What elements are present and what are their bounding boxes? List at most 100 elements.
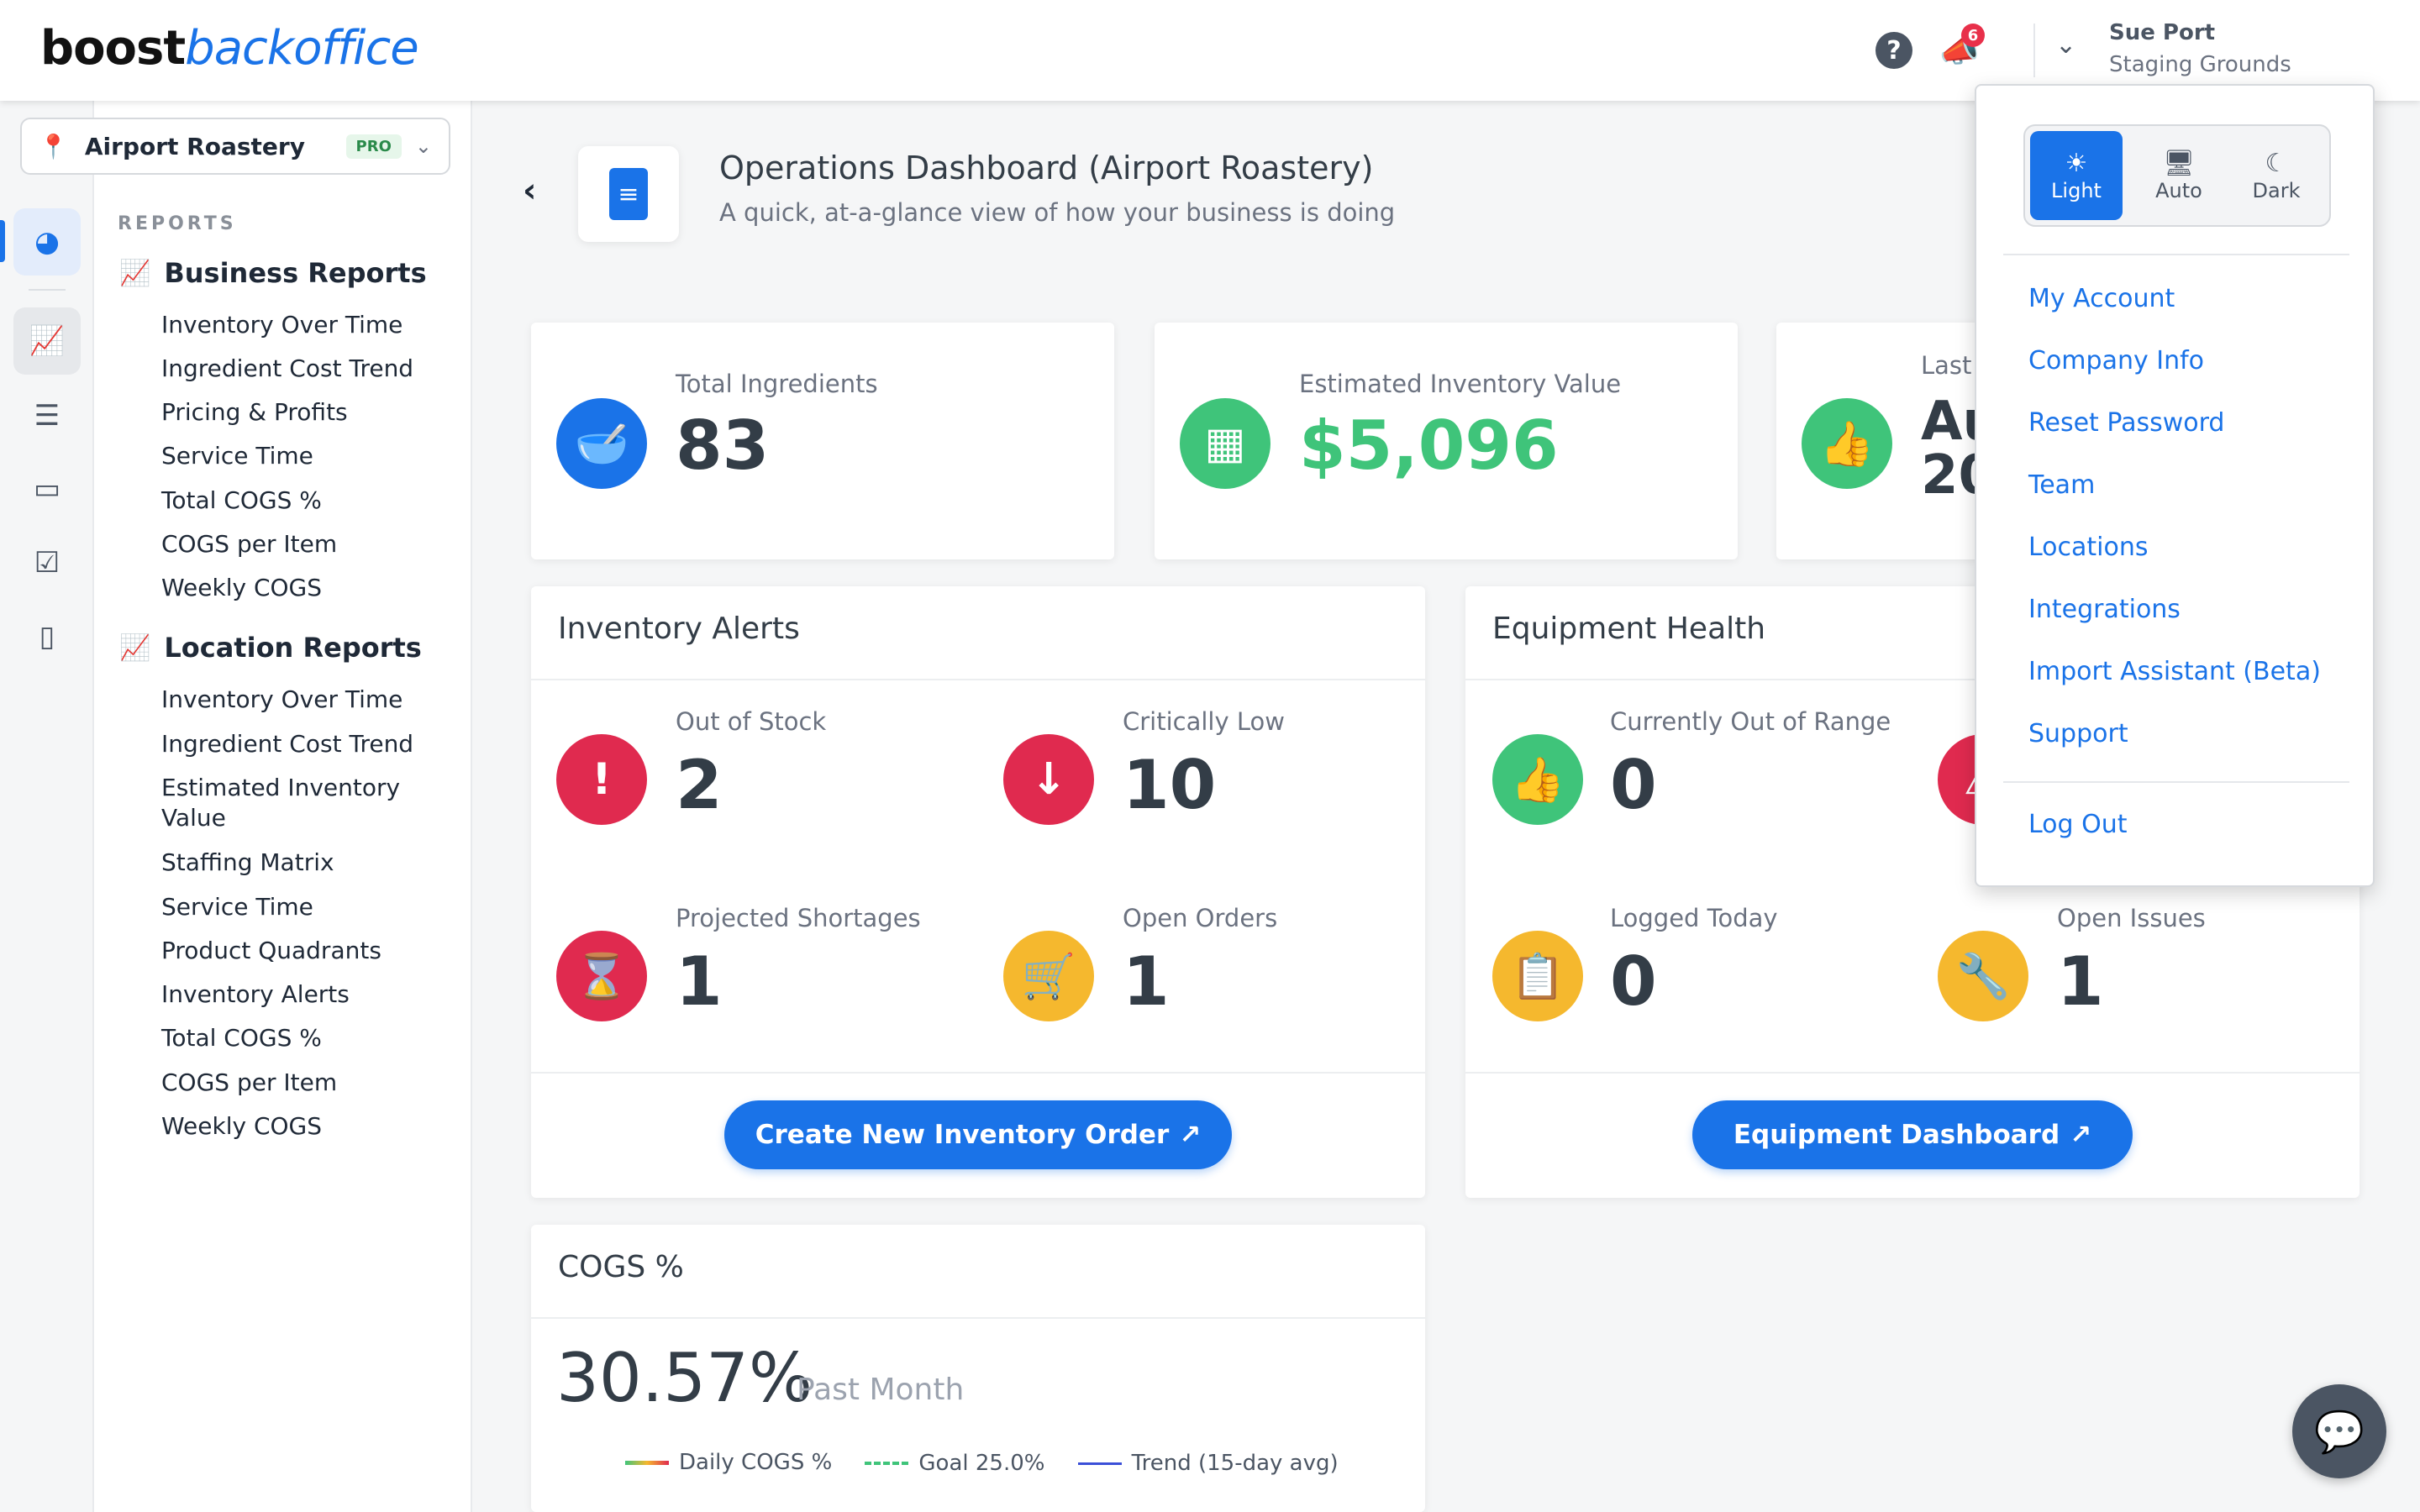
tablet-icon[interactable]: ▯ [13, 603, 81, 670]
sidebar-item-service-time[interactable]: Service Time [161, 442, 313, 470]
stat-label: Currently Out of Range [1610, 707, 1891, 736]
button-label: Equipment Dashboard [1733, 1120, 2060, 1150]
kpi-label: Last [1921, 351, 1972, 380]
plan-badge: PRO [345, 134, 402, 159]
theme-light-option[interactable]: ☀ Light [2030, 131, 2123, 220]
card-title: Inventory Alerts [558, 612, 800, 646]
brand-logo-part1: boost [40, 21, 186, 76]
sidebar-item-inventory-over-time[interactable]: Inventory Over Time [161, 311, 402, 339]
sidebar-item-cogs-per-item[interactable]: COGS per Item [161, 530, 337, 559]
kpi-card-total-ingredients: 🥣 Total Ingredients 83 [531, 323, 1114, 559]
chat-bubbles-icon[interactable]: 💬 [2292, 1384, 2386, 1478]
page-subtitle: A quick, at-a-glance view of how your bu… [719, 198, 1396, 227]
notification-count-badge: 6 [1961, 24, 1985, 47]
chevron-down-icon[interactable]: ⌄ [2055, 30, 2076, 60]
moon-icon: ☾ [2265, 149, 2288, 178]
sidebar-item-service-time[interactable]: Service Time [161, 893, 313, 921]
sidebar-item-estimated-inventory-value[interactable]: Estimated Inventory [161, 774, 400, 802]
menu-item-locations[interactable]: Locations [2028, 533, 2149, 562]
line-chart-icon[interactable]: 📈 [13, 307, 81, 375]
sidebar-item-total-cogs[interactable]: Total COGS % [161, 1024, 322, 1053]
location-reports-label: Location Reports [164, 632, 422, 664]
sidebar-item-ingredient-cost-trend[interactable]: Ingredient Cost Trend [161, 354, 413, 383]
sidebar-item-product-quadrants[interactable]: Product Quadrants [161, 937, 381, 965]
business-reports-label: Business Reports [164, 257, 427, 289]
menu-item-support[interactable]: Support [2028, 719, 2128, 748]
legend-daily-cogs[interactable]: Daily COGS % [625, 1450, 832, 1475]
building-icon: ▦ [1180, 398, 1270, 489]
chart-legend: Daily COGS % Goal 25.0% Trend (15-day av… [625, 1450, 1367, 1476]
divider [531, 679, 1425, 680]
dashboard-icon[interactable]: ◕ [13, 208, 81, 276]
reports-heading: REPORTS [118, 213, 237, 234]
sidebar-item-ingredient-cost-trend[interactable]: Ingredient Cost Trend [161, 730, 413, 759]
stat-label: Projected Shortages [676, 904, 921, 932]
legend-label: Daily COGS % [679, 1450, 833, 1475]
cogs-period: Past Month [797, 1373, 965, 1407]
theme-dark-option[interactable]: ☾ Dark [2230, 131, 2323, 220]
sidebar-item-cogs-per-item[interactable]: COGS per Item [161, 1068, 337, 1097]
back-arrow-icon[interactable]: ‹ [523, 171, 536, 210]
menu-item-reset-password[interactable]: Reset Password [2028, 408, 2224, 438]
help-icon[interactable]: ? [1876, 32, 1912, 69]
arrow-down-icon: ↓ [1003, 734, 1094, 825]
theme-label: Dark [2252, 179, 2301, 202]
sidebar-item-total-cogs[interactable]: Total COGS % [161, 486, 322, 515]
location-reports-heading: 📈 Location Reports [119, 632, 422, 664]
sidebar-item-inventory-over-time[interactable]: Inventory Over Time [161, 685, 402, 714]
stat-value: 1 [676, 942, 723, 1021]
divider [531, 1072, 1425, 1074]
hourglass-icon: ⌛ [556, 931, 647, 1021]
sidebar-item-weekly-cogs[interactable]: Weekly COGS [161, 1112, 322, 1141]
menu-item-my-account[interactable]: My Account [2028, 284, 2175, 313]
card-title: Equipment Health [1492, 612, 1766, 646]
menu-item-team[interactable]: Team [2028, 470, 2095, 500]
mortar-pestle-icon: 🥣 [556, 398, 647, 489]
sidebar-item-weekly-cogs[interactable]: Weekly COGS [161, 574, 322, 602]
legend-label: Trend (15-day avg) [1131, 1451, 1339, 1476]
menu-item-log-out[interactable]: Log Out [2028, 810, 2128, 839]
wrench-icon: 🔧 [1938, 931, 2028, 1021]
thumbs-up-icon: 👍 [1802, 398, 1892, 489]
inventory-alerts-card: Inventory Alerts ! Out of Stock 2 ↓ Crit… [531, 586, 1425, 1198]
stat-label: Logged Today [1610, 904, 1778, 932]
theme-auto-option[interactable]: 🖥 Auto [2133, 131, 2225, 220]
card-reader-icon[interactable]: ▭ [13, 455, 81, 522]
sidebar-item-staffing-matrix[interactable]: Staffing Matrix [161, 848, 334, 877]
divider [531, 1317, 1425, 1319]
legend-swatch [1077, 1462, 1122, 1465]
sidebar-item-estimated-inventory-value-line2[interactable]: Value [161, 804, 226, 832]
equipment-dashboard-button[interactable]: Equipment Dashboard ↗ [1692, 1100, 2133, 1169]
business-reports-heading: 📈 Business Reports [119, 257, 427, 289]
create-inventory-order-button[interactable]: Create New Inventory Order ↗ [724, 1100, 1232, 1169]
divider [2033, 24, 2035, 77]
menu-item-company-info[interactable]: Company Info [2028, 346, 2204, 375]
card-title: COGS % [558, 1250, 684, 1284]
cogs-card: COGS % 30.57% Past Month Daily COGS % Go… [531, 1225, 1425, 1512]
kpi-card-inventory-value: ▦ Estimated Inventory Value $5,096 [1155, 323, 1738, 559]
stat-value: 1 [1123, 942, 1170, 1021]
brand-logo[interactable]: boostbackoffice [40, 15, 419, 82]
kpi-value: 83 [676, 407, 770, 485]
location-name: Airport Roastery [84, 132, 305, 160]
menu-item-import-assistant[interactable]: Import Assistant (Beta) [2028, 657, 2321, 686]
active-indicator [0, 220, 5, 262]
menu-item-integrations[interactable]: Integrations [2028, 595, 2181, 624]
button-label: Create New Inventory Order [755, 1120, 1170, 1150]
stat-value: 1 [2057, 942, 2104, 1021]
sidebar-item-inventory-alerts[interactable]: Inventory Alerts [161, 980, 350, 1009]
kpi-value: $5,096 [1299, 407, 1559, 485]
stat-value: 2 [676, 746, 723, 824]
checkbox-icon[interactable]: ☑ [13, 529, 81, 596]
legend-goal[interactable]: Goal 25.0% [865, 1451, 1044, 1476]
user-organization[interactable]: Staging Grounds [2109, 52, 2291, 77]
user-name[interactable]: Sue Port [2109, 20, 2215, 45]
trend-chart-icon: 📈 [119, 258, 151, 288]
brand-logo-part2: backoffice [185, 21, 419, 76]
external-link-icon: ↗ [2070, 1120, 2092, 1150]
location-selector[interactable]: 📍 Airport Roastery PRO ⌄ [20, 118, 450, 175]
legend-trend[interactable]: Trend (15-day avg) [1077, 1451, 1339, 1476]
monitor-icon: 🖥 [2162, 149, 2196, 178]
checklist-icon[interactable]: ☰ [13, 382, 81, 449]
sidebar-item-pricing-profits[interactable]: Pricing & Profits [161, 398, 348, 427]
